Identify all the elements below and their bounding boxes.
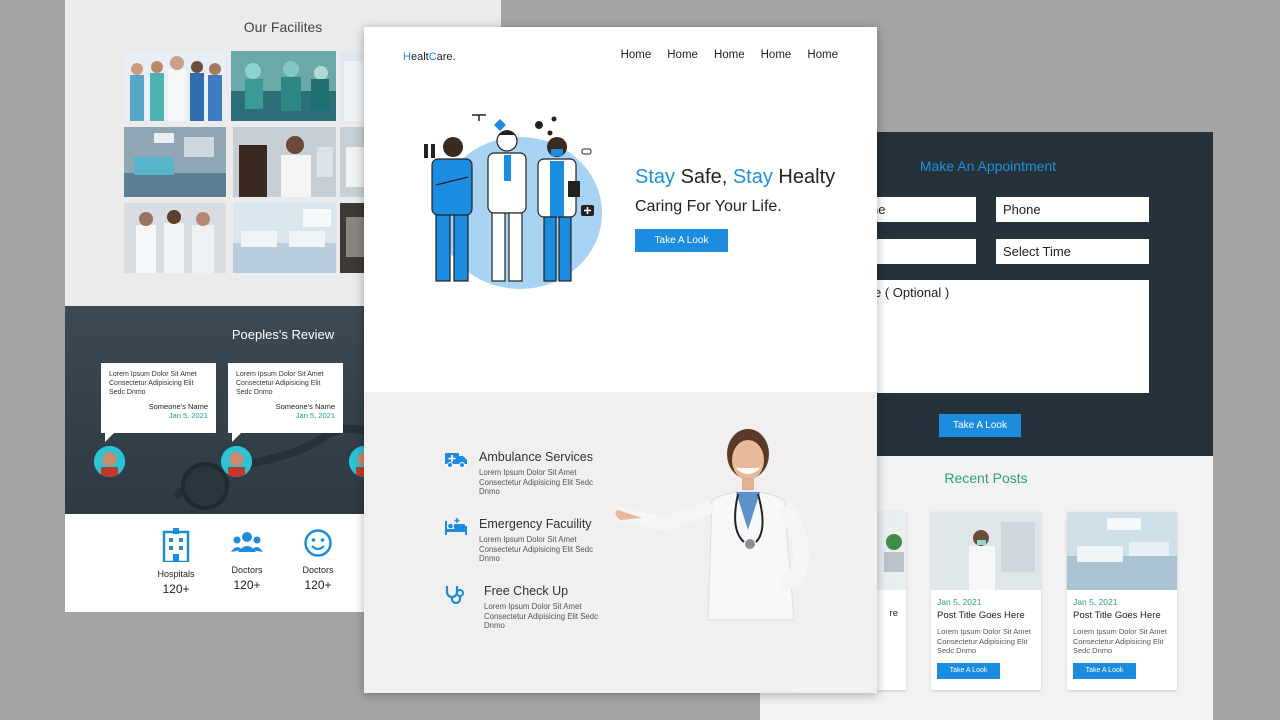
post-excerpt: Lorem Ipsum Dolor Sit Amet Consectetur A…	[937, 627, 1031, 655]
nav-link-home[interactable]: Home	[807, 49, 838, 61]
date-field[interactable]	[864, 239, 976, 264]
bed-icon	[445, 518, 467, 535]
service-text: Lorem Ipsum Dolor Sit Amet Consectetur A…	[484, 602, 598, 630]
appointment-title: Make An Appointment	[919, 158, 1057, 174]
people-icon	[231, 532, 263, 552]
reviewer-name: Someone's Name	[275, 402, 335, 411]
post-date: Jan 5, 2021	[1073, 597, 1118, 607]
logo-letter-h: H	[403, 51, 411, 63]
facility-photo	[124, 203, 226, 273]
review-card: Lorem Ipsum Dolor Sit Amet Consectetur A…	[228, 363, 343, 442]
review-date: Jan 5, 2021	[295, 411, 335, 420]
nav-link-home[interactable]: Home	[761, 49, 792, 61]
ambulance-icon	[445, 453, 467, 468]
stat-label: Hospitals	[157, 569, 195, 579]
post-title: Post Title Goes Here	[937, 610, 1025, 621]
post-date: Jan 5, 2021	[937, 597, 982, 607]
facility-photo	[233, 203, 336, 273]
facility-photo	[124, 127, 226, 197]
doctor-photo	[615, 429, 810, 621]
phone-field[interactable]: Phone	[996, 197, 1149, 222]
reviewer-name: Someone's Name	[148, 402, 208, 411]
top-nav: Home Home Home Home Home	[621, 49, 838, 61]
logo-text-part: ealt	[410, 51, 429, 63]
post-excerpt: Lorem Ipsum Dolor Sit Amet Consectetur A…	[1073, 627, 1167, 655]
stat-label: Doctors	[231, 565, 263, 575]
hospital-icon	[162, 528, 190, 564]
hero-title: Stay Safe, Stay Healty	[635, 166, 835, 189]
post-image	[931, 512, 1041, 590]
services-section: Ambulance Services Lorem Ipsum Dolor Sit…	[364, 392, 877, 693]
avatar	[221, 446, 252, 477]
stat-doctors-satisfaction: Doctors 120+	[283, 528, 353, 592]
stethoscope-icon	[445, 586, 464, 604]
appointment-submit-button[interactable]: Take A Look	[939, 414, 1021, 437]
nav-link-home[interactable]: Home	[667, 49, 698, 61]
hero-cta-button[interactable]: Take A Look	[635, 229, 728, 252]
facility-photo	[233, 127, 336, 197]
name-field[interactable]: ne	[864, 197, 976, 222]
post-read-button[interactable]: Take A Look	[1073, 662, 1136, 679]
post-read-button[interactable]: Take A Look	[937, 662, 1000, 679]
stat-hospitals: Hospitals 120+	[141, 528, 211, 596]
logo-letter-c: C	[428, 51, 437, 63]
hero-title-healty: Healty	[772, 166, 836, 188]
facility-photo	[124, 51, 226, 121]
post-card: Jan 5, 2021 Post Title Goes Here Lorem I…	[1067, 512, 1177, 690]
stat-doctors: Doctors 120+	[212, 528, 282, 592]
nav-link-home[interactable]: Home	[621, 49, 652, 61]
brand-logo[interactable]: HealtCare.	[403, 51, 456, 63]
stat-value: 120+	[162, 582, 190, 596]
facility-photo	[231, 51, 336, 121]
hero-title-safe: Safe,	[675, 166, 733, 188]
healthcare-home-preview: HealtCare. Home Home Home Home Home Stay…	[364, 27, 877, 693]
hero-title-stay-1: Stay	[635, 166, 676, 188]
service-text: Lorem Ipsum Dolor Sit Amet Consectetur A…	[479, 535, 593, 563]
post-card: Jan 5, 2021 Post Title Goes Here Lorem I…	[931, 512, 1041, 690]
avatar	[94, 446, 125, 477]
recent-posts-title: Recent Posts	[944, 470, 1028, 486]
service-text: Lorem Ipsum Dolor Sit Amet Consectetur A…	[479, 468, 593, 496]
post-title: Post Title Goes Here	[1073, 610, 1161, 621]
review-date: Jan 5, 2021	[168, 411, 208, 420]
hero-subtitle: Caring For Your Life.	[635, 198, 782, 215]
select-time-field[interactable]: Select Time	[996, 239, 1149, 264]
message-textarea[interactable]: e ( Optional )	[864, 280, 1149, 393]
smiley-icon	[304, 529, 332, 557]
post-image	[1067, 512, 1177, 590]
stat-label: Doctors	[302, 565, 334, 575]
review-text: Lorem Ipsum Dolor Sit Amet Consectetur A…	[236, 371, 324, 396]
review-text: Lorem Ipsum Dolor Sit Amet Consectetur A…	[109, 371, 197, 396]
nav-link-home[interactable]: Home	[714, 49, 745, 61]
stat-value: 120+	[304, 578, 332, 592]
hero-title-stay-2: Stay	[732, 166, 773, 188]
logo-text-end: are.	[436, 51, 456, 63]
stat-value: 120+	[233, 578, 261, 592]
doctors-illustration	[424, 114, 602, 289]
review-card: Lorem Ipsum Dolor Sit Amet Consectetur A…	[101, 363, 216, 442]
